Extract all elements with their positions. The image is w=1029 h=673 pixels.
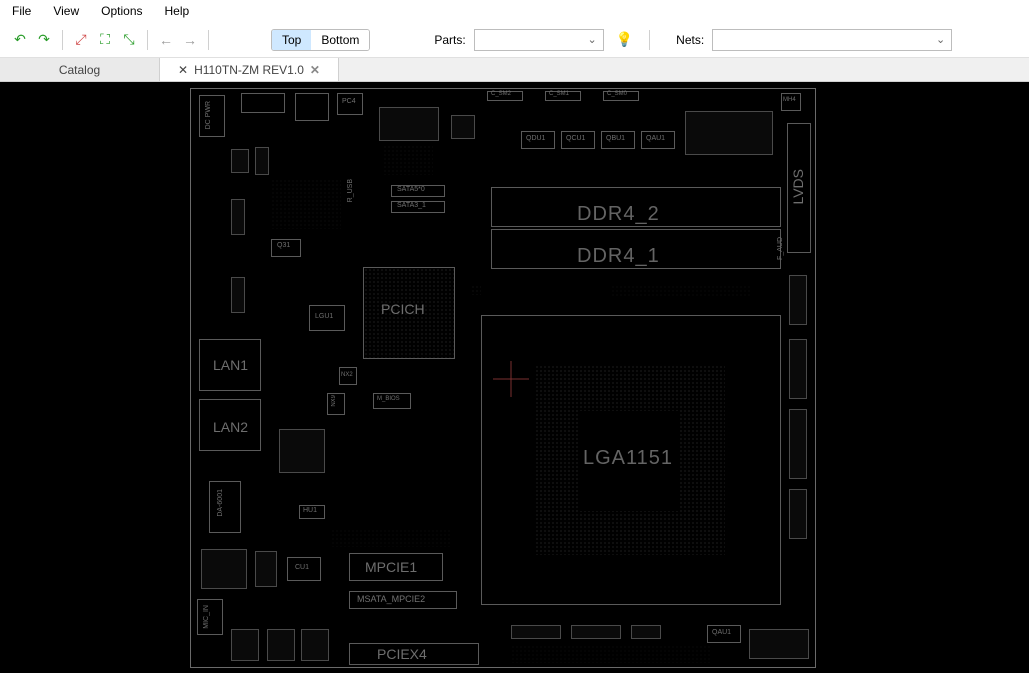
nets-combo[interactable]: ⌄ xyxy=(712,29,952,51)
tab-board[interactable]: ✕ H110TN-ZM REV1.0 ✕ xyxy=(160,58,339,81)
tab-catalog[interactable]: Catalog xyxy=(0,58,160,81)
zoom-in-icon[interactable]: ⤢ xyxy=(71,30,91,50)
nets-label: Nets: xyxy=(676,33,704,47)
separator xyxy=(147,30,148,50)
shuffle-icon: ✕ xyxy=(178,63,188,77)
close-icon[interactable]: ✕ xyxy=(310,63,320,77)
comp-dc-pwr xyxy=(199,95,225,137)
toolbar: ↶ ↷ ⤢ ⛶ ⤡ ← → Top Bottom Parts: ⌄ 💡 Nets… xyxy=(0,22,1029,58)
next-icon[interactable]: → xyxy=(180,30,200,50)
parts-label: Parts: xyxy=(434,33,465,47)
menubar: File View Options Help xyxy=(0,0,1029,22)
pcb-viewport[interactable]: DC PWR PC4 C_SM2 C_SM1 C_SM0 MH4 QDU1 QC… xyxy=(0,82,1029,673)
separator xyxy=(62,30,63,50)
menu-help[interactable]: Help xyxy=(165,4,190,18)
pcb-outline: DC PWR PC4 C_SM2 C_SM1 C_SM0 MH4 QDU1 QC… xyxy=(190,88,816,668)
menu-options[interactable]: Options xyxy=(101,4,142,18)
layer-toggle: Top Bottom xyxy=(271,29,370,51)
separator xyxy=(208,30,209,50)
menu-view[interactable]: View xyxy=(53,4,79,18)
zoom-fit-icon[interactable]: ⛶ xyxy=(95,30,115,50)
redo-icon[interactable]: ↷ xyxy=(34,30,54,50)
zoom-out-icon[interactable]: ⤡ xyxy=(119,30,139,50)
undo-icon[interactable]: ↶ xyxy=(10,30,30,50)
separator xyxy=(649,30,650,50)
highlight-icon[interactable]: 💡 xyxy=(616,31,633,48)
parts-combo[interactable]: ⌄ xyxy=(474,29,604,51)
menu-file[interactable]: File xyxy=(12,4,31,18)
prev-icon[interactable]: ← xyxy=(156,30,176,50)
layer-bottom-button[interactable]: Bottom xyxy=(311,30,369,50)
layer-top-button[interactable]: Top xyxy=(272,30,311,50)
tab-strip: Catalog ✕ H110TN-ZM REV1.0 ✕ xyxy=(0,58,1029,82)
